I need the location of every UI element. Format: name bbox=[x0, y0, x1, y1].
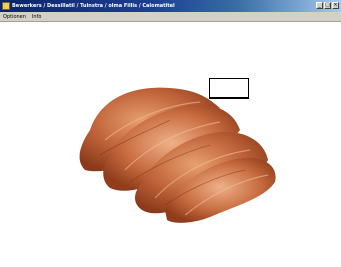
close-button[interactable]: × bbox=[332, 2, 339, 9]
maximize-button[interactable]: □ bbox=[324, 2, 331, 9]
menu-info[interactable]: Info bbox=[29, 14, 44, 20]
minimize-button[interactable]: _ bbox=[316, 2, 323, 9]
title-bar[interactable]: Bewerkers / Dessillatil / Tuinstra / olm… bbox=[0, 0, 341, 12]
empty-label-box[interactable] bbox=[209, 78, 249, 99]
window-controls: _ □ × bbox=[316, 2, 339, 9]
menu-optionen[interactable]: Optionen bbox=[0, 14, 29, 20]
app-window: Bewerkers / Dessillatil / Tuinstra / olm… bbox=[0, 0, 341, 267]
window-title: Bewerkers / Dessillatil / Tuinstra / olm… bbox=[12, 3, 175, 9]
app-icon[interactable] bbox=[2, 2, 10, 10]
menu-bar: Optionen Info bbox=[0, 12, 341, 22]
